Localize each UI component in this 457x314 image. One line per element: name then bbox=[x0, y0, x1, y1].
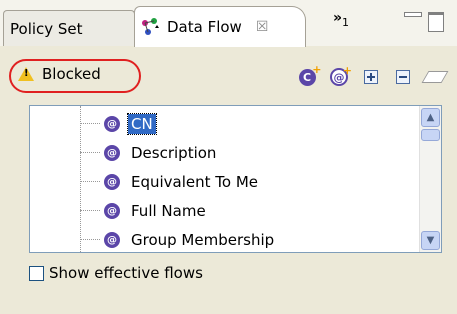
status-label: Blocked bbox=[42, 65, 101, 83]
expand-all-icon bbox=[364, 70, 378, 84]
scroll-down-button[interactable]: ▼ bbox=[421, 231, 440, 250]
add-attribute-button[interactable]: @ + bbox=[328, 64, 352, 88]
overflow-count: 1 bbox=[342, 15, 350, 29]
clear-icon bbox=[421, 71, 449, 83]
show-effective-flows-checkbox[interactable] bbox=[29, 265, 44, 281]
attribute-icon: @ bbox=[104, 116, 120, 132]
add-class-button[interactable]: C + bbox=[296, 63, 322, 88]
warning-icon bbox=[18, 67, 34, 81]
attribute-icon: @ bbox=[104, 232, 120, 248]
tab-data-flow[interactable]: Data Flow ☒ bbox=[134, 6, 306, 47]
tree-item-label: Full Name bbox=[131, 202, 206, 220]
tree-connector-line bbox=[80, 106, 81, 252]
add-class-icon: C + bbox=[298, 63, 322, 86]
attribute-tree[interactable]: @ CN @ Description @ Equivalent To Me @ … bbox=[29, 105, 442, 253]
attribute-icon: @ bbox=[104, 145, 120, 161]
data-flow-panel: Blocked C+ @+ @ CN @ D bbox=[0, 46, 457, 314]
expand-all-button[interactable] bbox=[360, 66, 382, 88]
close-tab-icon[interactable]: ☒ bbox=[256, 19, 269, 35]
tree-item[interactable]: @ Group Membership bbox=[80, 226, 277, 252]
tree-item[interactable]: @ Full Name bbox=[80, 197, 209, 225]
data-flow-icon bbox=[142, 18, 159, 35]
collapse-all-button[interactable] bbox=[392, 66, 414, 88]
tree-item[interactable]: @ Description bbox=[80, 139, 219, 167]
attribute-icon: @ bbox=[104, 203, 120, 219]
tab-policy-set-label: Policy Set bbox=[10, 19, 83, 38]
add-attribute-icon: @ + bbox=[330, 64, 352, 86]
tab-data-flow-label: Data Flow bbox=[167, 18, 242, 36]
tree-item-label: Description bbox=[131, 144, 217, 162]
scroll-thumb[interactable] bbox=[421, 129, 440, 141]
show-effective-flows-option[interactable]: Show effective flows bbox=[29, 264, 203, 282]
collapse-all-icon bbox=[396, 70, 410, 84]
tree-item[interactable]: @ CN bbox=[80, 110, 157, 138]
tree-item-label: CN bbox=[127, 113, 157, 135]
overflow-chevron-icon: » bbox=[333, 10, 343, 26]
show-effective-flows-label: Show effective flows bbox=[49, 264, 203, 282]
tree-item-label: Group Membership bbox=[131, 231, 275, 249]
tab-strip: Policy Set Data Flow ☒ »1 bbox=[0, 0, 457, 47]
minimize-icon[interactable] bbox=[404, 12, 422, 17]
attribute-icon: @ bbox=[104, 174, 120, 190]
status-blocked: Blocked bbox=[18, 58, 101, 90]
clear-button[interactable] bbox=[421, 66, 449, 88]
scroll-up-button[interactable]: ▲ bbox=[421, 108, 440, 127]
tab-policy-set[interactable]: Policy Set bbox=[3, 10, 135, 46]
tab-overflow-button[interactable]: »1 bbox=[333, 10, 349, 29]
toolbar: C + @ + bbox=[296, 63, 449, 88]
maximize-icon[interactable] bbox=[428, 12, 444, 32]
tree-item[interactable]: @ Equivalent To Me bbox=[80, 168, 261, 196]
tree-item-label: Equivalent To Me bbox=[131, 173, 259, 191]
vertical-scrollbar[interactable]: ▲ ▼ bbox=[419, 106, 441, 252]
